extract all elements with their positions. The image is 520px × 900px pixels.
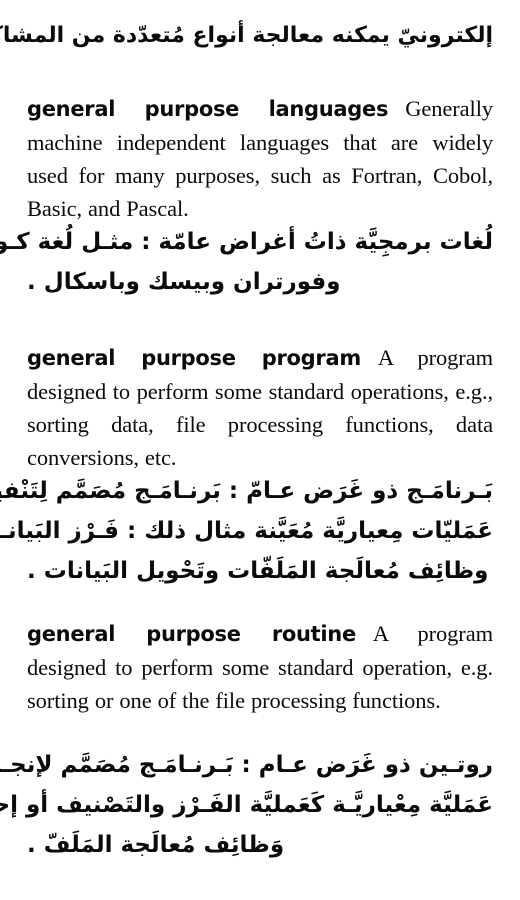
entry-2-definition-block: general purpose program A program designe…: [27, 341, 493, 474]
entry-1-definition-block: general purpose languages Generally machi…: [27, 92, 493, 225]
entry-2-headword: general purpose program: [27, 346, 361, 370]
entry-2-arabic: بَـرنامَـج ذو غَرَض عـامّ : بَرنـامَـج م…: [0, 471, 493, 591]
entry-3-definition-block: general purpose routine A program designe…: [27, 617, 493, 717]
entry-1-arabic-line-1: لُغات برمجِيَّة ذاتُ أغراض عامّة : مثـل …: [0, 229, 493, 255]
entry-3-arabic-line-1: روتـين ذو غَرَض عـام : بَـرنـامَـج مُصَم…: [0, 752, 493, 778]
entry-1-headword: general purpose languages: [27, 97, 389, 121]
entry-2-arabic-line-3: وظائِف مُعالَجة المَلَفّات وتَحْويل البَ…: [27, 558, 489, 584]
entry-3-arabic-line-2: عَمَليَّة مِعْياريَّـة كَعَمليَّة الفَـر…: [0, 792, 493, 818]
scanned-page: إلكترونيّ يمكنه معالجة أنواع مُتعدّدة من…: [0, 0, 520, 900]
entry-2-english: general purpose program A program designe…: [27, 341, 493, 474]
continuation-arabic-line: إلكترونيّ يمكنه معالجة أنواع مُتعدّدة من…: [0, 16, 493, 56]
entry-2-arabic-line-1: بَـرنامَـج ذو غَرَض عـامّ : بَرنـامَـج م…: [0, 478, 493, 504]
entry-3-arabic: روتـين ذو غَرَض عـام : بَـرنـامَـج مُصَم…: [0, 745, 493, 865]
entry-3-headword: general purpose routine: [27, 622, 356, 646]
entry-3-english: general purpose routine A program designe…: [27, 617, 493, 717]
entry-1-arabic: لُغات برمجِيَّة ذاتُ أغراض عامّة : مثـل …: [0, 222, 493, 302]
entry-1-english: general purpose languages Generally machi…: [27, 92, 493, 225]
entry-2-arabic-line-2: عَمَليّات مِعياريَّة مُعَيَّنة مثال ذلك …: [0, 518, 493, 544]
entry-3-arabic-line-3: وَظائِف مُعالَجة المَلَفّ .: [27, 832, 285, 858]
entry-1-arabic-line-2: وفورتران وبيسك وباسكال .: [27, 269, 341, 295]
continuation-arabic-text: إلكترونيّ يمكنه معالجة أنواع مُتعدّدة من…: [0, 23, 493, 48]
